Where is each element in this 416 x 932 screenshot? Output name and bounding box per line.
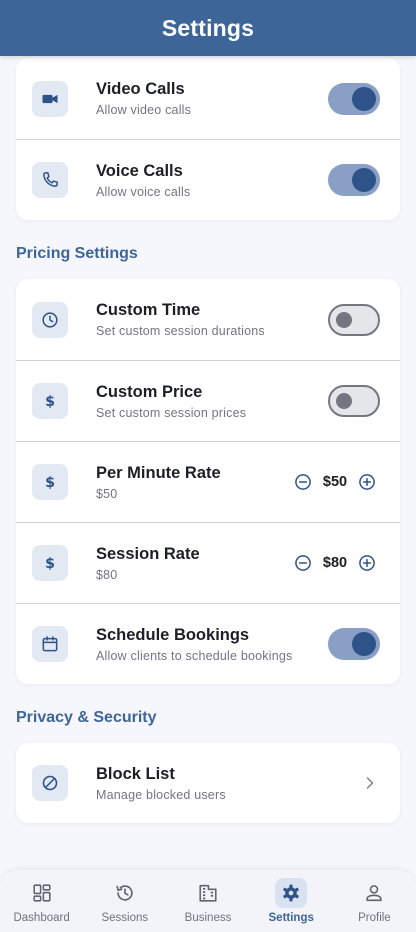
increment-button[interactable]: [356, 552, 378, 574]
nav-label-sessions: Sessions: [101, 912, 149, 924]
per-minute-rate-row: $ Per Minute Rate $50 $50: [16, 441, 400, 522]
custom-time-subtitle: Set custom session durations: [96, 324, 265, 338]
svg-text:$: $: [45, 556, 55, 572]
video-calls-title: Video Calls: [96, 80, 185, 98]
nav-item-profile[interactable]: Profile: [333, 870, 416, 932]
dollar-icon: $: [32, 464, 68, 500]
custom-price-title: Custom Price: [96, 382, 203, 401]
pricing-card: Custom Time Set custom session durations…: [16, 279, 400, 684]
toggle-knob: [352, 632, 376, 656]
building-icon: [192, 878, 224, 908]
block-list-subtitle: Manage blocked users: [96, 787, 226, 802]
custom-time-toggle[interactable]: [328, 303, 380, 336]
decrement-button[interactable]: [292, 471, 314, 493]
voice-calls-row: Voice Calls Allow voice calls: [16, 139, 400, 220]
person-icon: [358, 878, 390, 908]
custom-time-row: Custom Time Set custom session durations: [16, 279, 400, 360]
history-icon: [109, 878, 141, 908]
minus-circle-icon: [295, 555, 311, 571]
decrement-button[interactable]: [292, 552, 314, 574]
session-rate-value: $80: [322, 555, 348, 571]
dashboard-icon: [26, 878, 58, 908]
privacy-section-title: Privacy & Security: [16, 709, 157, 726]
toggle-knob: [352, 168, 376, 192]
session-rate-subtitle: $80: [96, 567, 118, 582]
video-calls-subtitle: Allow video calls: [96, 103, 192, 117]
phone-icon: [32, 162, 68, 198]
toggle-knob: [352, 86, 376, 111]
schedule-bookings-subtitle: Allow clients to schedule bookings: [96, 648, 293, 663]
voice-calls-toggle[interactable]: [328, 164, 380, 196]
plus-circle-icon: [359, 555, 375, 571]
clock-icon: [32, 301, 68, 338]
dollar-icon: $: [32, 545, 68, 581]
session-rate-title: Session Rate: [96, 544, 200, 563]
app-header: Settings: [0, 0, 416, 56]
schedule-bookings-row: Schedule Bookings Allow clients to sched…: [16, 603, 400, 684]
session-rate-text: Session Rate $80: [96, 544, 292, 583]
minus-circle-icon: [295, 474, 311, 490]
nav-item-sessions[interactable]: Sessions: [83, 870, 166, 932]
nav-label-settings: Settings: [268, 912, 314, 924]
schedule-bookings-title: Schedule Bookings: [96, 625, 250, 644]
chevron-right-icon: [366, 777, 374, 789]
nav-label-business: Business: [184, 912, 232, 924]
communication-card: Video Calls Allow video calls Voice Call…: [16, 58, 400, 220]
per-minute-rate-value: $50: [322, 474, 348, 490]
nav-label-dashboard: Dashboard: [13, 912, 70, 924]
per-minute-rate-text: Per Minute Rate $50: [96, 463, 292, 502]
per-minute-rate-title: Per Minute Rate: [96, 463, 221, 482]
custom-time-title: Custom Time: [96, 301, 201, 319]
calendar-icon: [32, 626, 68, 662]
custom-price-row: $ Custom Price Set custom session prices: [16, 360, 400, 441]
schedule-bookings-text: Schedule Bookings Allow clients to sched…: [96, 625, 328, 664]
block-icon: [32, 765, 68, 801]
toggle-knob: [336, 393, 352, 409]
per-minute-rate-stepper: $50: [292, 471, 378, 493]
bottom-navigation: Dashboard Sessions Business Settings Pro…: [0, 870, 416, 932]
voice-calls-title: Voice Calls: [96, 161, 183, 180]
dollar-icon: $: [32, 383, 68, 419]
toggle-knob: [336, 311, 352, 328]
nav-item-business[interactable]: Business: [166, 870, 249, 932]
voice-calls-subtitle: Allow voice calls: [96, 184, 191, 199]
nav-item-settings[interactable]: Settings: [250, 870, 333, 932]
video-calls-row: Video Calls Allow video calls: [16, 58, 400, 139]
pricing-section-title: Pricing Settings: [16, 245, 138, 262]
custom-price-text: Custom Price Set custom session prices: [96, 382, 328, 421]
video-calls-toggle[interactable]: [328, 82, 380, 115]
video-calls-text: Video Calls Allow video calls: [96, 79, 328, 118]
increment-button[interactable]: [356, 471, 378, 493]
custom-price-toggle[interactable]: [328, 385, 380, 417]
nav-label-profile: Profile: [358, 912, 391, 924]
block-list-text: Block List Manage blocked users: [96, 764, 360, 803]
gear-icon: [275, 878, 308, 908]
schedule-bookings-toggle[interactable]: [328, 628, 380, 660]
svg-text:$: $: [45, 475, 55, 491]
plus-circle-icon: [359, 474, 375, 490]
custom-price-subtitle: Set custom session prices: [96, 405, 247, 420]
svg-text:$: $: [45, 394, 55, 410]
nav-item-dashboard[interactable]: Dashboard: [0, 870, 83, 932]
per-minute-rate-subtitle: $50: [96, 486, 118, 501]
privacy-card: Block List Manage blocked users: [16, 743, 400, 823]
custom-time-text: Custom Time Set custom session durations: [96, 300, 328, 339]
block-list-title: Block List: [96, 764, 175, 783]
block-list-row[interactable]: Block List Manage blocked users: [16, 743, 400, 823]
page-title: Settings: [161, 14, 255, 41]
voice-calls-text: Voice Calls Allow voice calls: [96, 161, 328, 200]
session-rate-stepper: $80: [292, 552, 378, 574]
session-rate-row: $ Session Rate $80 $80: [16, 522, 400, 603]
video-camera-icon: [32, 80, 68, 117]
